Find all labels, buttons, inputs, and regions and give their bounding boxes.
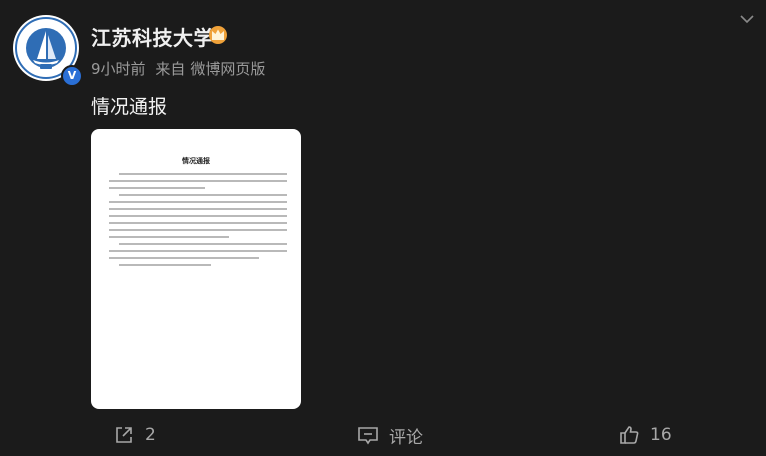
comment-icon [358, 427, 378, 445]
post-text: 情况通报 [91, 96, 168, 118]
like-button[interactable]: 16 [618, 420, 672, 450]
post-meta: 9小时前 来自 微博网页版 [91, 58, 270, 79]
share-icon [116, 427, 132, 443]
like-count: 16 [650, 425, 672, 445]
source-prefix: 来自 [155, 60, 186, 78]
share-button[interactable]: 2 [113, 420, 156, 450]
comment-label: 评论 [389, 427, 423, 448]
comment-button[interactable]: 评论 [357, 420, 423, 450]
chevron-down-icon[interactable] [740, 14, 754, 24]
crown-icon[interactable] [207, 24, 229, 44]
share-count: 2 [145, 425, 156, 445]
verified-badge-icon: V [61, 65, 83, 87]
thumbs-up-icon [620, 426, 639, 444]
document-title: 情况通报 [182, 157, 210, 165]
weibo-post: V 江苏科技大学 9小时前 来自 微博网页版 情况通报 情况通报 2 评论 16 [0, 0, 766, 456]
document-body [109, 173, 287, 271]
post-source: 微博网页版 [190, 60, 266, 78]
post-time[interactable]: 9小时前 [91, 60, 146, 78]
attached-document-image[interactable]: 情况通报 [91, 129, 301, 409]
action-bar: 2 评论 16 [0, 420, 766, 450]
author-name[interactable]: 江苏科技大学 [91, 22, 214, 51]
